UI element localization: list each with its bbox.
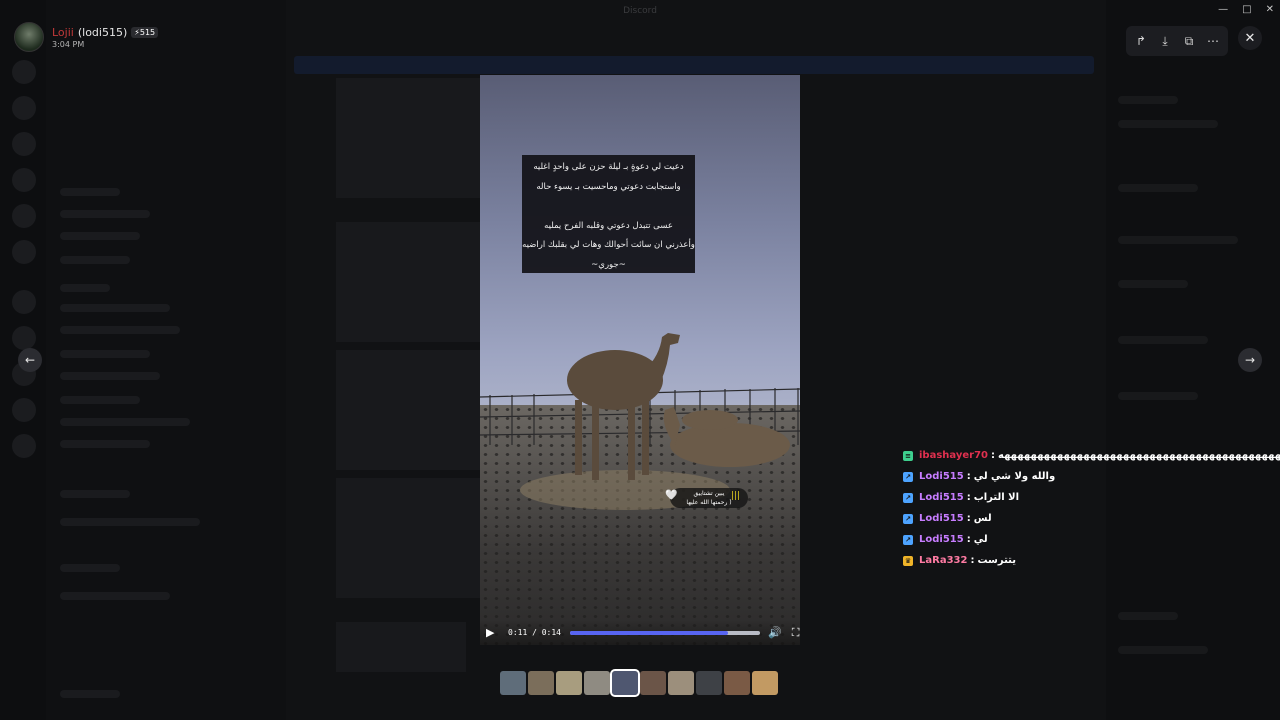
- more-options-icon[interactable]: ⋯: [1202, 30, 1224, 52]
- chat-separator: :: [966, 534, 971, 545]
- audio-sticker: 🤍 يبين تشتاييق رحمتها الله عليها ) |||: [665, 488, 748, 508]
- chat-username[interactable]: ibashayer70: [919, 450, 988, 461]
- timestamp: 3:04 PM: [52, 39, 85, 49]
- volume-icon[interactable]: 🔊: [768, 626, 782, 639]
- media-thumbnail-strip: [500, 669, 778, 697]
- live-chat-overlay: ≡ ibashayer70: ههههههههههههههههههههههههههه…: [903, 445, 1280, 571]
- progress-bar[interactable]: [569, 630, 760, 635]
- chat-separator: :: [991, 450, 995, 461]
- chat-badge-icon: ↗: [903, 471, 913, 482]
- chat-message: ↗ Lodi515: الا التراب: [903, 487, 1280, 508]
- chat-separator: :: [970, 555, 975, 566]
- chat-separator: :: [966, 513, 971, 524]
- chat-text: يتترست: [977, 555, 1017, 566]
- maximize-button[interactable]: □: [1242, 4, 1251, 15]
- media-thumbnail[interactable]: [640, 671, 666, 695]
- chat-text: لي: [973, 534, 988, 545]
- chat-separator: :: [966, 471, 971, 482]
- media-thumbnail[interactable]: [668, 671, 694, 695]
- chat-message: ♛ LaRa332: يتترست: [903, 550, 1280, 571]
- minimize-button[interactable]: —: [1218, 4, 1228, 15]
- download-icon[interactable]: ⤓: [1154, 30, 1176, 52]
- chat-badge-icon: ≡: [903, 450, 913, 461]
- chat-message: ↗ Lodi515: والله ولا شي لي: [903, 466, 1280, 487]
- fullscreen-icon[interactable]: ⛶: [792, 626, 800, 640]
- chat-badge-icon: ♛: [903, 555, 913, 566]
- close-viewer-button[interactable]: ✕: [1238, 26, 1262, 50]
- chat-badge-icon: ↗: [903, 534, 913, 545]
- video-timecode: 0:11 / 0:14: [508, 628, 561, 637]
- media-thumbnail[interactable]: [584, 671, 610, 695]
- author-handle: (lodi515): [77, 25, 128, 39]
- camel-illustration: [567, 333, 790, 480]
- avatar[interactable]: [14, 22, 44, 52]
- author-name[interactable]: Lojii: [52, 26, 74, 39]
- chat-badge-icon: ↗: [903, 492, 913, 503]
- open-in-browser-icon[interactable]: ⧉: [1178, 30, 1200, 52]
- video-caption: دعيت لي دعوةٍ بـ ليلة حزن على واحدٍ اغلي…: [522, 155, 695, 273]
- forward-icon[interactable]: ↱: [1130, 30, 1152, 52]
- chat-text: لس: [973, 513, 992, 524]
- media-thumbnail[interactable]: [500, 671, 526, 695]
- media-author: Lojii (lodi515) ⚡515 3:04 PM: [14, 22, 159, 52]
- media-thumbnail[interactable]: [556, 671, 582, 695]
- video-player[interactable]: دعيت لي دعوةٍ بـ ليلة حزن على واحدٍ اغلي…: [480, 75, 800, 645]
- next-media-button[interactable]: →: [1238, 348, 1262, 372]
- window-controls: — □ ✕: [1218, 4, 1274, 15]
- play-icon[interactable]: ▶: [486, 626, 500, 639]
- media-thumbnail[interactable]: [724, 671, 750, 695]
- chat-text: هههههههههههههههههههههههههههههههههههههههه…: [998, 450, 1280, 461]
- previous-media-button[interactable]: ←: [18, 348, 42, 372]
- chat-username[interactable]: LaRa332: [919, 555, 967, 566]
- chat-message: ↗ Lodi515: لي: [903, 529, 1280, 550]
- chat-username[interactable]: Lodi515: [919, 534, 964, 545]
- progress-fill: [569, 630, 728, 635]
- chat-message: ≡ ibashayer70: ههههههههههههههههههههههههههه…: [903, 445, 1280, 466]
- media-thumbnail[interactable]: [696, 671, 722, 695]
- chat-username[interactable]: Lodi515: [919, 492, 964, 503]
- heart-icon: 🤍: [665, 490, 678, 501]
- channel-list: [46, 0, 286, 720]
- app-title: Discord: [623, 6, 657, 16]
- window-close-button[interactable]: ✕: [1266, 4, 1274, 15]
- boost-badge: ⚡515: [131, 26, 159, 38]
- chat-username[interactable]: Lodi515: [919, 471, 964, 482]
- media-thumbnail[interactable]: [752, 671, 778, 695]
- waveform-icon: |||: [730, 491, 740, 501]
- media-toolbar: ↱ ⤓ ⧉ ⋯: [1126, 26, 1228, 56]
- chat-text: الا التراب: [973, 492, 1020, 503]
- chat-username[interactable]: Lodi515: [919, 513, 964, 524]
- chat-text: والله ولا شي لي: [973, 471, 1056, 482]
- media-thumbnail[interactable]: [528, 671, 554, 695]
- announcement-banner: [294, 56, 1094, 74]
- chat-badge-icon: ↗: [903, 513, 913, 524]
- chat-separator: :: [966, 492, 971, 503]
- video-controls: ▶ 0:11 / 0:14 🔊 ⛶: [480, 620, 800, 645]
- media-thumbnail[interactable]: [610, 669, 640, 697]
- chat-message: ↗ Lodi515: لس: [903, 508, 1280, 529]
